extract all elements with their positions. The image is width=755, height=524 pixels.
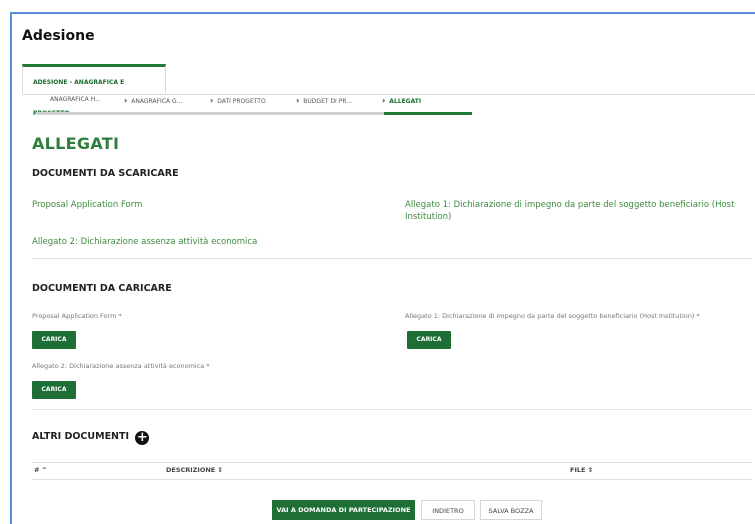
link-proposal-application-form[interactable]: Proposal Application Form (32, 199, 142, 211)
altri-documenti-label: ALTRI DOCUMENTI (32, 431, 130, 442)
salva-bozza-button[interactable]: SALVA BOZZA (480, 500, 542, 520)
indietro-button[interactable]: INDIETRO (421, 500, 475, 520)
step-label: ANAGRAFICA H... (50, 96, 101, 103)
page-title: Adesione (22, 28, 95, 44)
step-progress-fill (384, 112, 472, 115)
column-header-descrizione[interactable]: DESCRIZIONE ⇕ (166, 466, 223, 474)
upload-label-allegato-1: Allegato 1: Dichiarazione di impegno da … (405, 312, 700, 320)
upload-label-proposal: Proposal Application Form * (32, 312, 122, 320)
documents-table-header: # ^ DESCRIZIONE ⇕ FILE ⇕ (32, 462, 752, 480)
section-title: ALLEGATI (32, 134, 120, 153)
tab-adesione-anagrafica-progetto[interactable]: ADESIONE - ANAGRAFICA E PROGETTO (22, 64, 166, 117)
divider (32, 409, 752, 410)
step-anagrafica-h[interactable]: ANAGRAFICA H... (50, 96, 101, 103)
column-header-number[interactable]: # ^ (34, 466, 47, 474)
chevron-right-icon: › (210, 96, 214, 105)
upload-label-allegato-2: Allegato 2: Dichiarazione assenza attivi… (32, 362, 210, 370)
tab-bar: ADESIONE - ANAGRAFICA E PROGETTO (22, 64, 755, 117)
vai-a-domanda-button[interactable]: VAI A DOMANDA DI PARTECIPAZIONE (272, 500, 415, 520)
step-label: ANAGRAFICA G... (131, 98, 183, 105)
altri-documenti-title: ALTRI DOCUMENTI + (32, 431, 150, 445)
carica-button-allegato-1[interactable]: CARICA (407, 331, 451, 349)
chevron-right-icon: › (124, 96, 128, 105)
step-allegati[interactable]: › ALLEGATI (382, 96, 421, 105)
download-section-title: DOCUMENTI DA SCARICARE (32, 168, 179, 179)
window-frame: Adesione ADESIONE - ANAGRAFICA E PROGETT… (10, 12, 755, 524)
wizard-steps: ANAGRAFICA H... › ANAGRAFICA G... › DATI P… (40, 96, 580, 108)
step-label: ALLEGATI (389, 98, 422, 105)
chevron-right-icon: › (296, 96, 300, 105)
upload-section-title: DOCUMENTI DA CARICARE (32, 283, 172, 294)
step-anagrafica-g[interactable]: › ANAGRAFICA G... (124, 96, 182, 105)
step-label: DATI PROGETTO (217, 98, 266, 105)
chevron-right-icon: › (382, 96, 386, 105)
step-label: BUDGET DI PR... (303, 98, 353, 105)
carica-button-allegato-2[interactable]: CARICA (32, 381, 76, 399)
column-header-file[interactable]: FILE ⇕ (570, 466, 593, 474)
divider (32, 258, 752, 259)
plus-circle-icon[interactable]: + (135, 431, 150, 445)
step-budget[interactable]: › BUDGET DI PR... (296, 96, 352, 105)
carica-button-proposal[interactable]: CARICA (32, 331, 76, 349)
link-allegato-2[interactable]: Allegato 2: Dichiarazione assenza attivi… (32, 236, 257, 248)
step-dati-progetto[interactable]: › DATI PROGETTO (210, 96, 266, 105)
link-allegato-1[interactable]: Allegato 1: Dichiarazione di impegno da … (405, 199, 745, 223)
